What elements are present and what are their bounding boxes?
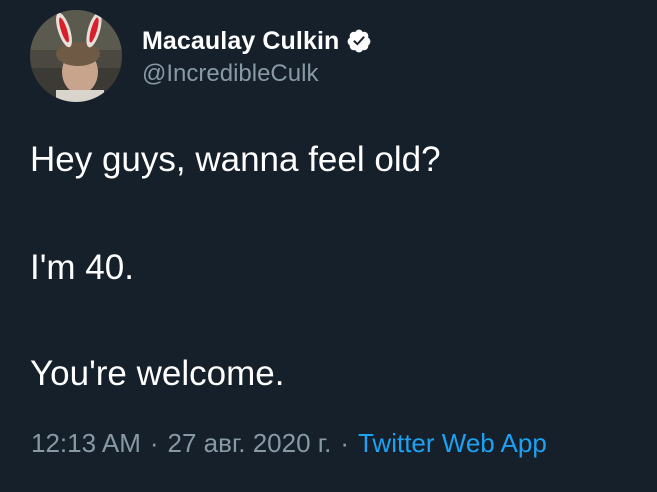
separator: · — [149, 428, 159, 458]
author-handle[interactable]: @IncredibleCulk — [142, 60, 372, 88]
verified-badge-icon — [346, 28, 372, 54]
display-name[interactable]: Macaulay Culkin — [142, 27, 339, 56]
tweet-text-line: You're welcome. — [30, 354, 285, 393]
separator: · — [340, 428, 349, 458]
source-link[interactable]: Twitter Web App — [358, 428, 547, 459]
tweet-header: Macaulay Culkin @IncredibleCulk — [30, 10, 372, 102]
tweet-meta: 12:13 AM · 27 авг. 2020 г. · Twitter Web… — [31, 428, 547, 459]
tweet-date[interactable]: 27 авг. 2020 г. — [168, 428, 332, 459]
tweet-text-line: I'm 40. — [30, 248, 134, 287]
tweet-time[interactable]: 12:13 AM — [31, 428, 141, 459]
avatar[interactable] — [30, 10, 122, 102]
author-names: Macaulay Culkin @IncredibleCulk — [142, 24, 372, 88]
tweet-text-line: Hey guys, wanna feel old? — [30, 140, 441, 179]
avatar-photo-icon — [30, 10, 122, 102]
tweet-card: Macaulay Culkin @IncredibleCulk Hey guys… — [0, 0, 657, 492]
name-row: Macaulay Culkin — [142, 24, 372, 58]
